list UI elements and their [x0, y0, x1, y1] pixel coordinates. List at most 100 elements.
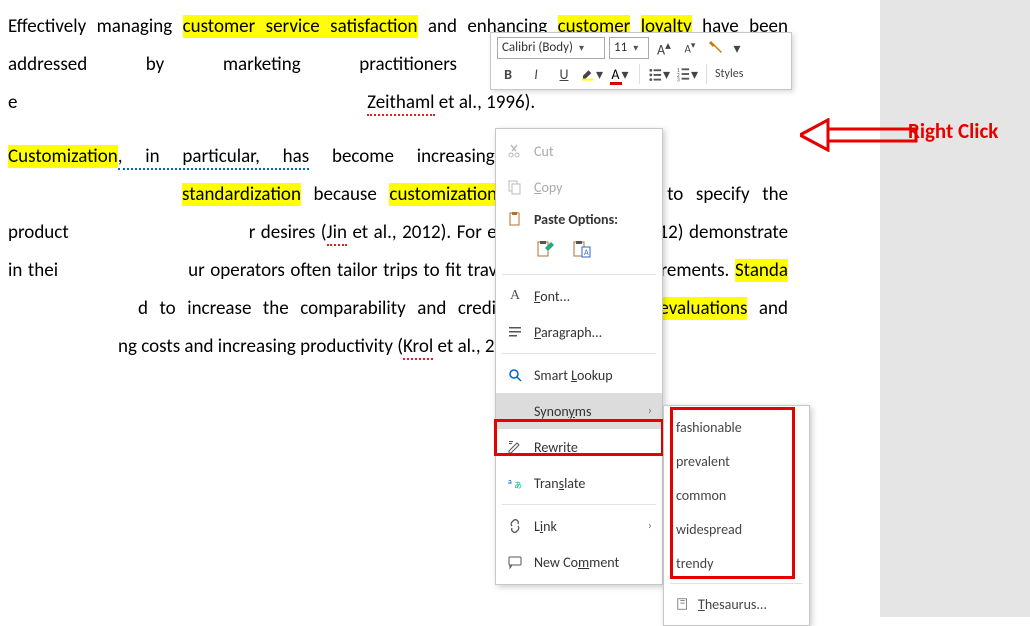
font-name-value: Calibri (Body) — [502, 38, 573, 58]
font-icon: A — [506, 288, 524, 304]
highlighted-text: customer service satisfaction — [183, 15, 418, 38]
bullets-icon — [648, 66, 663, 82]
underline-button[interactable]: U — [553, 63, 575, 85]
text: r desires ( — [249, 221, 327, 244]
menu-label: Paste Options: — [534, 211, 618, 228]
menu-label: Paragraph... — [534, 324, 602, 341]
svg-text:A: A — [584, 248, 589, 258]
thesaurus-option[interactable]: Thesaurus... — [664, 587, 809, 621]
synonym-label: trendy — [676, 555, 713, 572]
paste-text-only-button[interactable]: A — [570, 237, 594, 261]
menu-paragraph[interactable]: Paragraph... — [496, 314, 662, 350]
font-size-value: 11 — [614, 38, 627, 58]
search-icon — [506, 367, 524, 383]
font-name-combo[interactable]: Calibri (Body) ▾ — [497, 37, 605, 59]
text: and — [747, 297, 788, 320]
menu-rewrite[interactable]: Rewrite — [496, 429, 662, 465]
text: Effectively managing — [8, 15, 183, 38]
spelling-error[interactable]: Krol — [403, 335, 433, 360]
format-painter-button[interactable] — [705, 37, 727, 59]
link-icon — [506, 518, 524, 534]
synonym-option[interactable]: prevalent — [664, 444, 809, 478]
synonyms-submenu: fashionable prevalent common widespread … — [663, 405, 810, 626]
separator — [706, 64, 707, 84]
menu-translate[interactable]: aあ Translate — [496, 465, 662, 501]
italic-button[interactable]: I — [525, 63, 547, 85]
spelling-error[interactable]: Zeithaml — [367, 91, 434, 116]
menu-font[interactable]: A Font... — [496, 278, 662, 314]
separator — [502, 353, 656, 354]
synonym-option[interactable]: trendy — [664, 546, 809, 580]
highlight-color-button[interactable]: ▾ — [581, 63, 603, 85]
cut-icon — [506, 143, 524, 159]
right-click-annotation-text: Right Click — [908, 118, 998, 144]
chevron-right-icon: › — [648, 519, 652, 533]
paragraph-2[interactable]: Customization, in particular, has become… — [8, 138, 788, 366]
menu-label: Smart Lookup — [534, 367, 613, 384]
bullets-button[interactable]: ▾ — [648, 63, 670, 85]
text: because — [314, 183, 390, 206]
translate-icon: aあ — [506, 475, 524, 491]
separator — [670, 583, 803, 584]
menu-link[interactable]: Link › — [496, 508, 662, 544]
paste-text-icon: A — [572, 239, 592, 259]
menu-label: Font... — [534, 288, 570, 305]
menu-label: Thesaurus... — [698, 596, 767, 613]
synonym-label: widespread — [676, 521, 742, 538]
context-menu: Cut Copy Paste Options: A A Font... Para… — [495, 128, 663, 585]
copy-icon — [506, 179, 524, 195]
clipboard-icon — [506, 211, 524, 227]
menu-label: Synonyms — [534, 403, 591, 420]
text: ng costs and increasing productivity ( — [118, 335, 403, 358]
numbering-button[interactable]: 123▾ — [676, 63, 698, 85]
font-color-button[interactable]: A▾ — [609, 63, 631, 85]
chevron-down-icon: ▾ — [579, 38, 584, 58]
mini-toolbar: Calibri (Body) ▾ 11 ▾ A▴ A▾ ▾ B I U ▾ A▾… — [490, 32, 792, 90]
styles-button[interactable]: Styles — [715, 67, 743, 81]
menu-label: Cut — [534, 143, 554, 160]
menu-cut[interactable]: Cut — [496, 133, 662, 169]
rewrite-icon — [506, 439, 524, 455]
svg-text:あ: あ — [514, 481, 522, 491]
numbering-icon: 123 — [676, 66, 691, 82]
highlighted-text: standardization — [182, 183, 301, 206]
separator — [502, 504, 656, 505]
synonym-label: fashionable — [676, 419, 742, 436]
comment-icon — [506, 554, 524, 570]
separator — [502, 274, 656, 275]
bold-button[interactable]: B — [497, 63, 519, 85]
menu-label: New Comment — [534, 554, 619, 571]
menu-label: Link — [534, 518, 557, 535]
chevron-down-icon[interactable]: ▾ — [731, 37, 743, 59]
highlighter-icon — [581, 66, 596, 82]
paste-keep-formatting-button[interactable] — [534, 237, 558, 261]
increase-font-button[interactable]: A▴ — [653, 37, 675, 59]
synonym-option[interactable]: widespread — [664, 512, 809, 546]
menu-label: Copy — [534, 179, 562, 196]
highlighted-text: Standa — [735, 259, 788, 282]
decrease-font-button[interactable]: A▾ — [679, 37, 701, 59]
menu-label: Rewrite — [534, 439, 578, 456]
paragraph-icon — [506, 324, 524, 340]
menu-new-comment[interactable]: New Comment — [496, 544, 662, 580]
synonym-label: prevalent — [676, 453, 730, 470]
paintbrush-icon — [708, 40, 724, 56]
font-size-combo[interactable]: 11 ▾ — [609, 37, 649, 59]
chevron-down-icon: ▾ — [633, 38, 638, 58]
thesaurus-icon — [676, 597, 690, 611]
menu-synonyms[interactable]: Synonyms › — [496, 393, 662, 429]
svg-text:a: a — [508, 477, 512, 487]
text: et al., 1996). — [435, 91, 536, 114]
chevron-right-icon: › — [648, 404, 652, 418]
spelling-error[interactable]: Jin — [327, 221, 347, 246]
synonym-option[interactable]: common — [664, 478, 809, 512]
highlighted-text: customization — [389, 183, 497, 206]
menu-label: Translate — [534, 475, 585, 492]
synonym-label: common — [676, 487, 726, 504]
separator — [639, 64, 640, 84]
menu-copy[interactable]: Copy — [496, 169, 662, 205]
page-gutter — [880, 0, 1030, 617]
menu-smart-lookup[interactable]: Smart Lookup — [496, 357, 662, 393]
grammar-mark[interactable]: , in particular, has — [118, 145, 309, 170]
synonym-option[interactable]: fashionable — [664, 410, 809, 444]
